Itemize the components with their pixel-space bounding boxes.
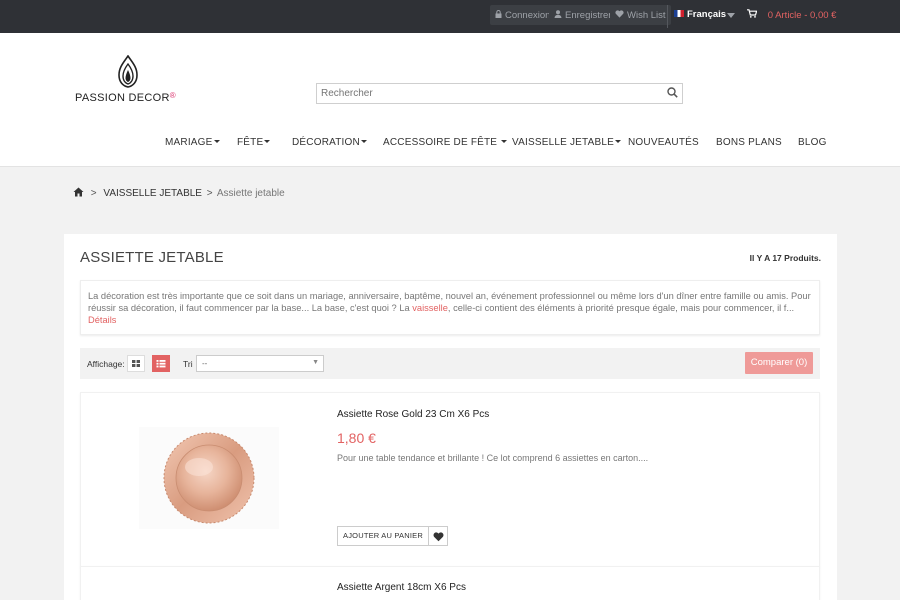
nav-label: ACCESSOIRE DE FÊTE	[383, 137, 498, 148]
search-bar	[316, 83, 683, 104]
nav-item-nouveautes[interactable]: NOUVEAUTÉS	[628, 137, 699, 148]
lock-icon	[495, 5, 502, 25]
chevron-down-icon: ▼	[312, 359, 319, 366]
language-selector[interactable]: Français	[674, 9, 726, 20]
product-price: 1,80 €	[337, 430, 376, 446]
caret-down-icon	[264, 140, 271, 143]
cart-link[interactable]: 0 Article - 0,00 €	[747, 9, 836, 21]
breadcrumb-current: Assiette jetable	[216, 188, 285, 199]
grid-view-button[interactable]	[127, 355, 145, 372]
home-icon[interactable]	[73, 187, 84, 200]
flame-logo-icon	[118, 55, 138, 88]
search-icon[interactable]	[667, 87, 678, 101]
register-link[interactable]: Enregistrer	[549, 5, 617, 25]
nav-label: NOUVEAUTÉS	[628, 137, 699, 148]
nav-item-fete[interactable]: FÊTE	[237, 137, 271, 148]
site-logo[interactable]: PASSION DECOR®	[75, 55, 195, 105]
breadcrumb-separator: >	[90, 188, 97, 199]
french-flag-icon	[674, 10, 684, 17]
list-view-button[interactable]	[152, 355, 170, 372]
sort-label: Tri	[183, 359, 193, 369]
description-text-continued: , celle-ci contient des éléments à prior…	[447, 303, 795, 313]
chevron-down-icon[interactable]	[727, 13, 735, 18]
breadcrumb-link-vaisselle-jetable[interactable]: VAISSELLE JETABLE	[103, 188, 202, 199]
nav-label: VAISSELLE JETABLE	[512, 137, 614, 148]
nav-item-mariage[interactable]: MARIAGE	[165, 137, 220, 148]
logo-wordmark: PASSION DECOR®	[75, 91, 176, 104]
product-description: Pour une table tendance et brillante ! C…	[337, 453, 649, 463]
display-label: Affichage:	[87, 359, 125, 369]
details-link[interactable]: Détails	[88, 315, 116, 325]
cart-icon	[747, 9, 760, 21]
compare-button[interactable]: Comparer (0)	[745, 352, 813, 374]
site-header: PASSION DECOR® MARIAGE FÊTE DÉCORATION A…	[0, 33, 900, 167]
caret-down-icon	[360, 140, 367, 143]
nav-label: BONS PLANS	[716, 137, 782, 148]
nav-item-decoration[interactable]: DÉCORATION	[292, 137, 367, 148]
logo-text-primary: PASSION	[75, 92, 129, 104]
nav-item-accessoire-de-fete[interactable]: ACCESSOIRE DE FÊTE	[383, 137, 508, 148]
topbar-divider	[667, 5, 668, 28]
nav-item-vaisselle-jetable[interactable]: VAISSELLE JETABLE	[512, 137, 621, 148]
sort-selected-value: --	[202, 359, 208, 368]
heart-icon	[615, 5, 624, 25]
category-panel: ASSIETTE JETABLE Il Y A 17 Produits. La …	[64, 234, 837, 600]
caret-down-icon	[614, 140, 621, 143]
nav-label: FÊTE	[237, 137, 264, 148]
product-name[interactable]: Assiette Rose Gold 23 Cm X6 Pcs	[337, 409, 489, 420]
caret-down-icon	[213, 140, 220, 143]
login-label: Connexion	[505, 10, 551, 21]
vaisselle-link[interactable]: vaisselle	[412, 303, 448, 313]
sort-select[interactable]: -- ▼	[196, 355, 324, 372]
category-description: La décoration est très importante que ce…	[80, 280, 820, 335]
logo-registered-mark: ®	[169, 91, 176, 100]
rose-gold-plate-image	[163, 432, 255, 524]
product-item: Assiette Rose Gold 23 Cm X6 Pcs 1,80 € P…	[80, 392, 820, 567]
top-bar: Connexion Enregistrer Wish List Français…	[0, 0, 900, 33]
product-count: Il Y A 17 Produits.	[749, 253, 821, 263]
wishlist-label: Wish List	[627, 10, 666, 21]
main-nav: MARIAGE FÊTE DÉCORATION ACCESSOIRE DE FÊ…	[0, 137, 900, 151]
nav-label: BLOG	[798, 137, 827, 148]
breadcrumb: > VAISSELLE JETABLE > Assiette jetable	[73, 187, 285, 200]
wishlist-link[interactable]: Wish List	[610, 5, 671, 25]
add-to-cart-button[interactable]: AJOUTER AU PANIER	[337, 526, 429, 546]
breadcrumb-separator: >	[206, 188, 213, 199]
caret-down-icon	[501, 140, 508, 143]
login-link[interactable]: Connexion	[490, 5, 556, 25]
search-input[interactable]	[317, 84, 657, 103]
page-title: ASSIETTE JETABLE	[80, 249, 224, 266]
product-image[interactable]	[139, 427, 279, 529]
nav-item-bons-plans[interactable]: BONS PLANS	[716, 137, 782, 148]
user-icon	[554, 5, 562, 25]
product-item: Assiette Argent 18cm X6 Pcs	[80, 566, 820, 600]
register-label: Enregistrer	[565, 10, 612, 21]
list-icon	[156, 360, 166, 368]
grid-icon	[132, 360, 140, 367]
nav-label: MARIAGE	[165, 137, 213, 148]
add-to-wishlist-button[interactable]	[428, 526, 448, 546]
nav-label: DÉCORATION	[292, 137, 360, 148]
product-toolbar: Affichage: Tri -- ▼ Comparer (0)	[80, 348, 820, 379]
product-name[interactable]: Assiette Argent 18cm X6 Pcs	[337, 582, 466, 593]
heart-icon	[433, 532, 444, 542]
cart-summary: 0 Article - 0,00 €	[767, 10, 837, 21]
logo-text-secondary: DECOR	[128, 92, 170, 104]
language-label: Français	[687, 9, 727, 20]
nav-item-blog[interactable]: BLOG	[798, 137, 827, 148]
